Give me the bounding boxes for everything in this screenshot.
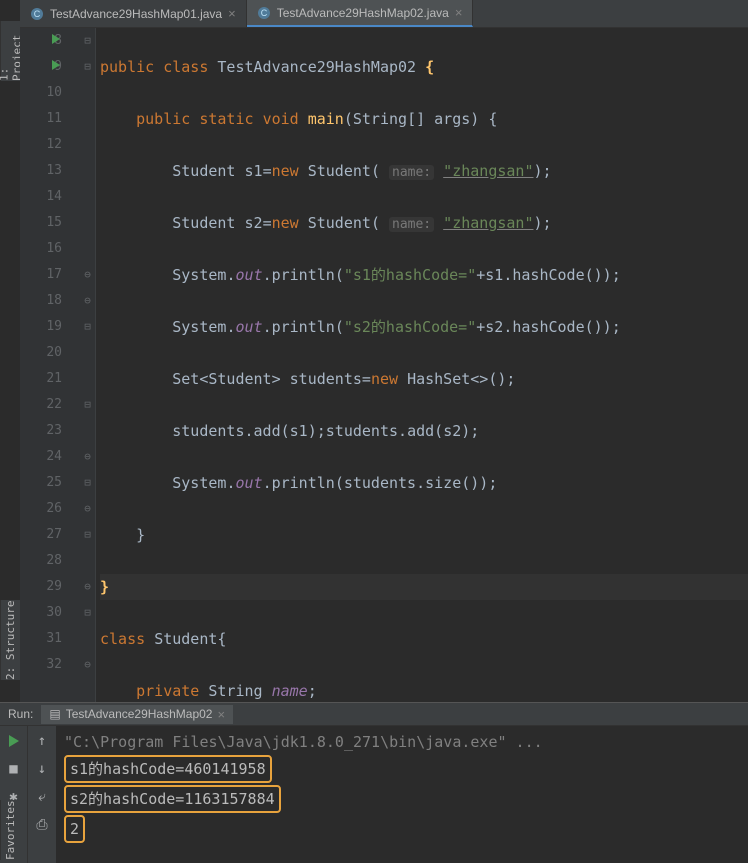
close-icon[interactable]: × (228, 6, 236, 21)
close-icon[interactable]: × (217, 707, 225, 722)
up-icon[interactable]: ↑ (33, 732, 51, 750)
close-icon[interactable]: × (455, 5, 463, 20)
console-panel: ■ ✱ ⇲ ↑ ↓ ⤶ ⎙ "C:\Program Files\Java\jdk… (0, 726, 748, 863)
code-editor[interactable]: 8 9 1011 1213 1415 1617 1819 2021 2223 2… (20, 28, 748, 702)
console-output[interactable]: "C:\Program Files\Java\jdk1.8.0_271\bin\… (56, 726, 748, 863)
rerun-button[interactable] (5, 732, 23, 750)
print-icon[interactable]: ⎙ (33, 816, 51, 834)
down-icon[interactable]: ↓ (33, 760, 51, 778)
highlighted-output: 2 (64, 815, 85, 843)
stop-button[interactable]: ■ (5, 760, 23, 778)
tab-label: TestAdvance29HashMap01.java (50, 7, 222, 21)
console-toolbar: ↑ ↓ ⤶ ⎙ (28, 726, 56, 863)
tool-window-project[interactable]: 1: Project (0, 21, 20, 81)
tool-window-structure[interactable]: 2: Structure (0, 600, 20, 680)
run-tab-icon: ▤ (49, 707, 60, 721)
wrap-icon[interactable]: ⤶ (33, 788, 51, 806)
highlighted-output: s2的hashCode=1163157884 (64, 785, 281, 813)
tab-label: TestAdvance29HashMap02.java (277, 6, 449, 20)
run-gutter-icon[interactable] (52, 60, 60, 70)
console-line: "C:\Program Files\Java\jdk1.8.0_271\bin\… (64, 730, 740, 754)
java-class-icon: C (257, 6, 271, 20)
tool-window-favorites[interactable]: Favorites (0, 800, 20, 860)
editor-tab-0[interactable]: C TestAdvance29HashMap01.java × (20, 0, 247, 27)
editor-tabs: C TestAdvance29HashMap01.java × C TestAd… (20, 0, 748, 28)
svg-text:C: C (34, 9, 41, 19)
fold-column[interactable]: ⊟⊟ ⊖⊖⊟ ⊟⊖⊟⊖ ⊟⊖⊟⊖ (80, 28, 96, 702)
run-gutter-icon[interactable] (52, 34, 60, 44)
code-area[interactable]: public class TestAdvance29HashMap02 { pu… (96, 28, 748, 702)
highlighted-output: s1的hashCode=460141958 (64, 755, 272, 783)
java-class-icon: C (30, 7, 44, 21)
line-gutter: 8 9 1011 1213 1415 1617 1819 2021 2223 2… (20, 28, 80, 702)
svg-text:C: C (260, 8, 267, 18)
editor-tab-1[interactable]: C TestAdvance29HashMap02.java × (247, 0, 474, 27)
run-toolwindow-header: Run: ▤ TestAdvance29HashMap02 × (0, 702, 748, 726)
run-label: Run: (0, 707, 41, 721)
run-config-tab[interactable]: ▤ TestAdvance29HashMap02 × (41, 705, 233, 724)
